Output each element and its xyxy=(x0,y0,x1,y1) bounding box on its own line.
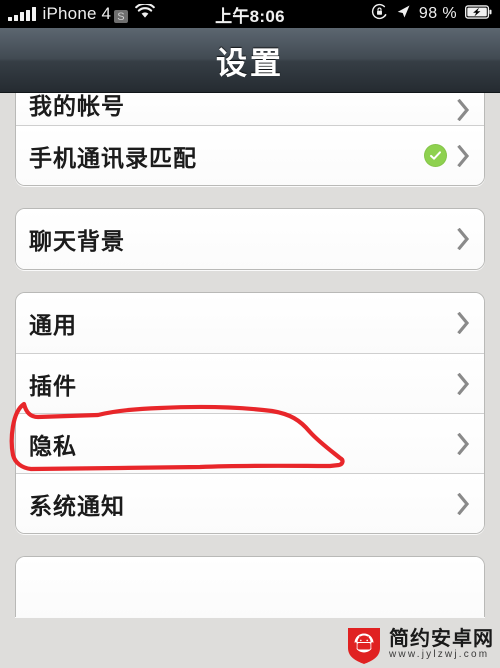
watermark-site-name: 简约安卓网 xyxy=(389,626,494,650)
battery-percent-label: 98 % xyxy=(418,5,457,22)
chevron-right-icon xyxy=(457,144,470,167)
watermark-text: 简约安卓网 www.jylzwj.com xyxy=(389,628,494,660)
row-label: 通用 xyxy=(29,313,77,339)
row-label: 系统通知 xyxy=(29,493,125,520)
settings-row-partial[interactable] xyxy=(16,557,484,617)
chevron-right-icon xyxy=(457,372,470,395)
site-watermark: 简约安卓网 www.jylzwj.com xyxy=(345,624,494,664)
chevron-right-icon xyxy=(457,228,470,250)
status-bar-right: 98 % xyxy=(371,3,492,25)
settings-row-my-account[interactable]: 我的帐号 xyxy=(16,93,484,125)
row-accessory xyxy=(457,228,470,250)
battery-charging-icon xyxy=(464,4,492,24)
row-accessory xyxy=(457,312,470,334)
row-accessory xyxy=(457,432,470,455)
carrier-name: iPhone 4 xyxy=(42,4,112,23)
row-label: 插件 xyxy=(29,373,77,400)
watermark-url: www.jylzwj.com xyxy=(389,649,490,660)
settings-row-system-notifications[interactable]: 系统通知 xyxy=(16,473,484,533)
android-shield-logo-icon xyxy=(345,624,383,664)
nav-bar: 设置 xyxy=(0,28,500,93)
section-account: 我的帐号 手机通讯录匹配 xyxy=(15,93,485,186)
carrier-badge: S xyxy=(114,9,128,23)
chevron-right-icon xyxy=(457,312,470,334)
chevron-right-icon xyxy=(457,99,470,121)
settings-row-contacts-match[interactable]: 手机通讯录匹配 xyxy=(16,125,484,185)
settings-list[interactable]: 我的帐号 手机通讯录匹配 聊天背景 通用 插件 隐私 系统通知 xyxy=(0,93,500,668)
row-label: 我的帐号 xyxy=(29,94,125,120)
row-label: 隐私 xyxy=(29,433,77,460)
section-general: 通用 插件 隐私 系统通知 xyxy=(15,292,485,534)
row-label: 聊天背景 xyxy=(29,229,125,255)
chevron-right-icon xyxy=(457,492,470,515)
location-arrow-icon xyxy=(396,4,411,24)
row-accessory xyxy=(424,144,470,167)
settings-row-privacy[interactable]: 隐私 xyxy=(16,413,484,473)
section-bottom-partial xyxy=(15,556,485,617)
settings-row-general[interactable]: 通用 xyxy=(16,293,484,353)
wifi-icon xyxy=(134,2,155,24)
row-accessory xyxy=(457,99,470,121)
row-accessory xyxy=(457,372,470,395)
status-bar-left: iPhone 4 S xyxy=(8,2,155,24)
settings-row-chat-background[interactable]: 聊天背景 xyxy=(16,209,484,269)
check-circle-icon xyxy=(424,144,447,167)
rotation-lock-icon xyxy=(371,3,388,25)
page-title: 设置 xyxy=(216,45,284,81)
phone-screen: iPhone 4 S 上午8:06 98 % 设置 我的帐号 手机通讯录匹配 聊… xyxy=(0,0,500,668)
section-chat: 聊天背景 xyxy=(15,208,485,270)
carrier-label: iPhone 4 S xyxy=(43,4,128,24)
chevron-right-icon xyxy=(457,432,470,455)
row-accessory xyxy=(457,492,470,515)
settings-row-plugins[interactable]: 插件 xyxy=(16,353,484,413)
signal-bars-icon xyxy=(8,7,36,21)
status-bar: iPhone 4 S 上午8:06 98 % xyxy=(0,0,500,28)
row-label: 手机通讯录匹配 xyxy=(29,145,197,172)
